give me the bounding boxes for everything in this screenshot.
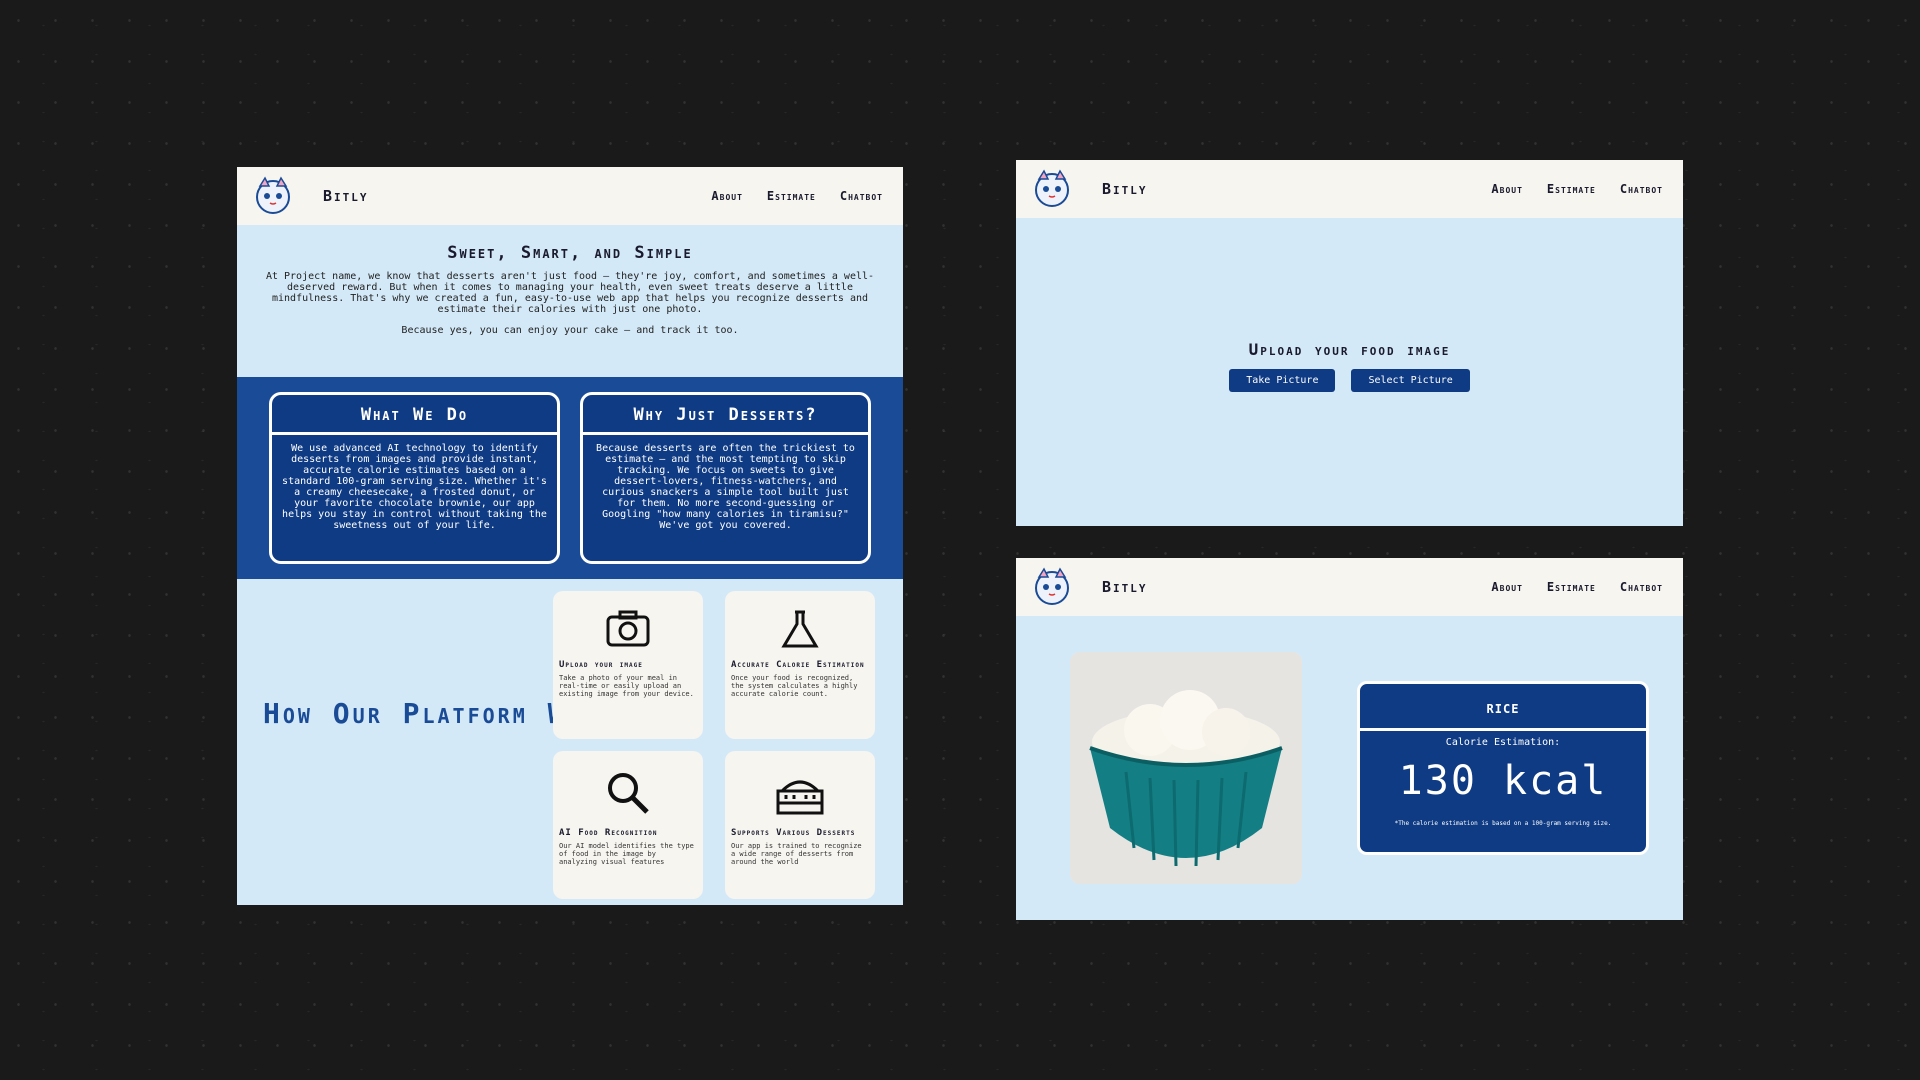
feature-title: Supports Various Desserts xyxy=(731,828,856,838)
info-band: What We Do We use advanced AI technology… xyxy=(237,377,903,579)
feature-card-upload: Upload your image Take a photo of your m… xyxy=(553,591,703,739)
feature-text: Our app is trained to recognize a wide r… xyxy=(731,842,862,866)
result-page-panel: Bitly About Estimate Chatbot RICE Calori… xyxy=(1016,558,1683,920)
why-desserts-title: Why Just Desserts? xyxy=(583,395,868,435)
feature-text: Take a photo of your meal in real-time o… xyxy=(559,674,694,698)
nav-chatbot-link[interactable]: Chatbot xyxy=(1620,580,1663,594)
cake-icon xyxy=(776,780,824,815)
what-we-do-title: What We Do xyxy=(272,395,557,435)
what-we-do-card: What We Do We use advanced AI technology… xyxy=(269,392,560,564)
upload-area: Upload your food image Take Picture Sele… xyxy=(1016,218,1683,392)
feature-title: AI Food Recognition xyxy=(559,828,658,838)
food-photo xyxy=(1070,652,1302,884)
hero-section: Sweet, Smart, and Simple At Project name… xyxy=(237,225,903,377)
select-picture-button[interactable]: Select Picture xyxy=(1351,369,1470,392)
nav-links: About Estimate Chatbot xyxy=(711,189,883,203)
feature-title: Accurate Calorie Estimation xyxy=(731,660,865,670)
rice-bowl-illustration xyxy=(1070,652,1302,884)
feature-card-desserts: Supports Various Desserts Our app is tra… xyxy=(725,751,875,899)
why-desserts-text: Because desserts are often the trickiest… xyxy=(596,443,855,531)
nav-estimate-link[interactable]: Estimate xyxy=(1547,182,1596,196)
navbar: Bitly About Estimate Chatbot xyxy=(1016,160,1683,218)
cat-logo-icon[interactable] xyxy=(1030,565,1074,609)
nav-about-link[interactable]: About xyxy=(1491,580,1523,594)
upload-title: Upload your food image xyxy=(1248,340,1451,359)
nav-about-link[interactable]: About xyxy=(711,189,743,203)
nav-estimate-link[interactable]: Estimate xyxy=(1547,580,1596,594)
magnifier-icon xyxy=(608,773,649,814)
navbar: Bitly About Estimate Chatbot xyxy=(1016,558,1683,616)
calorie-value: 130 kcal xyxy=(1398,758,1608,804)
nav-links: About Estimate Chatbot xyxy=(1491,580,1663,594)
brand-name[interactable]: Bitly xyxy=(1102,180,1148,198)
upload-page-panel: Bitly About Estimate Chatbot Upload your… xyxy=(1016,160,1683,526)
feature-title: Upload your image xyxy=(559,660,643,670)
nav-chatbot-link[interactable]: Chatbot xyxy=(840,189,883,203)
feature-card-ai: AI Food Recognition Our AI model identif… xyxy=(553,751,703,899)
nav-links: About Estimate Chatbot xyxy=(1491,182,1663,196)
brand-name[interactable]: Bitly xyxy=(323,187,369,205)
nav-chatbot-link[interactable]: Chatbot xyxy=(1620,182,1663,196)
how-it-works-section: How Our Platform Works Upload your image… xyxy=(237,579,903,905)
take-picture-button[interactable]: Take Picture xyxy=(1229,369,1336,392)
hero-text: At Project name, we know that desserts a… xyxy=(265,271,875,315)
cat-logo-icon[interactable] xyxy=(1030,167,1074,211)
hero-tagline: Because yes, you can enjoy your cake — a… xyxy=(401,325,739,336)
calorie-result-card: RICE Calorie Estimation: 130 kcal *The c… xyxy=(1357,681,1649,855)
food-name-label: RICE xyxy=(1360,684,1646,731)
nav-about-link[interactable]: About xyxy=(1491,182,1523,196)
why-desserts-card: Why Just Desserts? Because desserts are … xyxy=(580,392,871,564)
hero-title: Sweet, Smart, and Simple xyxy=(447,243,693,263)
feature-text: Our AI model identifies the type of food… xyxy=(559,842,694,866)
calorie-estimation-label: Calorie Estimation: xyxy=(1445,737,1561,748)
flask-icon xyxy=(781,610,819,648)
camera-icon xyxy=(606,610,650,647)
navbar: Bitly About Estimate Chatbot xyxy=(237,167,903,225)
brand-name[interactable]: Bitly xyxy=(1102,578,1148,596)
feature-text: Once your food is recognized, the system… xyxy=(731,674,858,698)
serving-size-note: *The calorie estimation is based on a 10… xyxy=(1394,820,1612,827)
what-we-do-text: We use advanced AI technology to identif… xyxy=(282,443,547,531)
feature-card-accurate: Accurate Calorie Estimation Once your fo… xyxy=(725,591,875,739)
nav-estimate-link[interactable]: Estimate xyxy=(767,189,816,203)
cat-logo-icon[interactable] xyxy=(251,174,295,218)
home-page-panel: Bitly About Estimate Chatbot Sweet, Smar… xyxy=(237,167,903,905)
upload-buttons: Take Picture Select Picture xyxy=(1016,369,1683,392)
